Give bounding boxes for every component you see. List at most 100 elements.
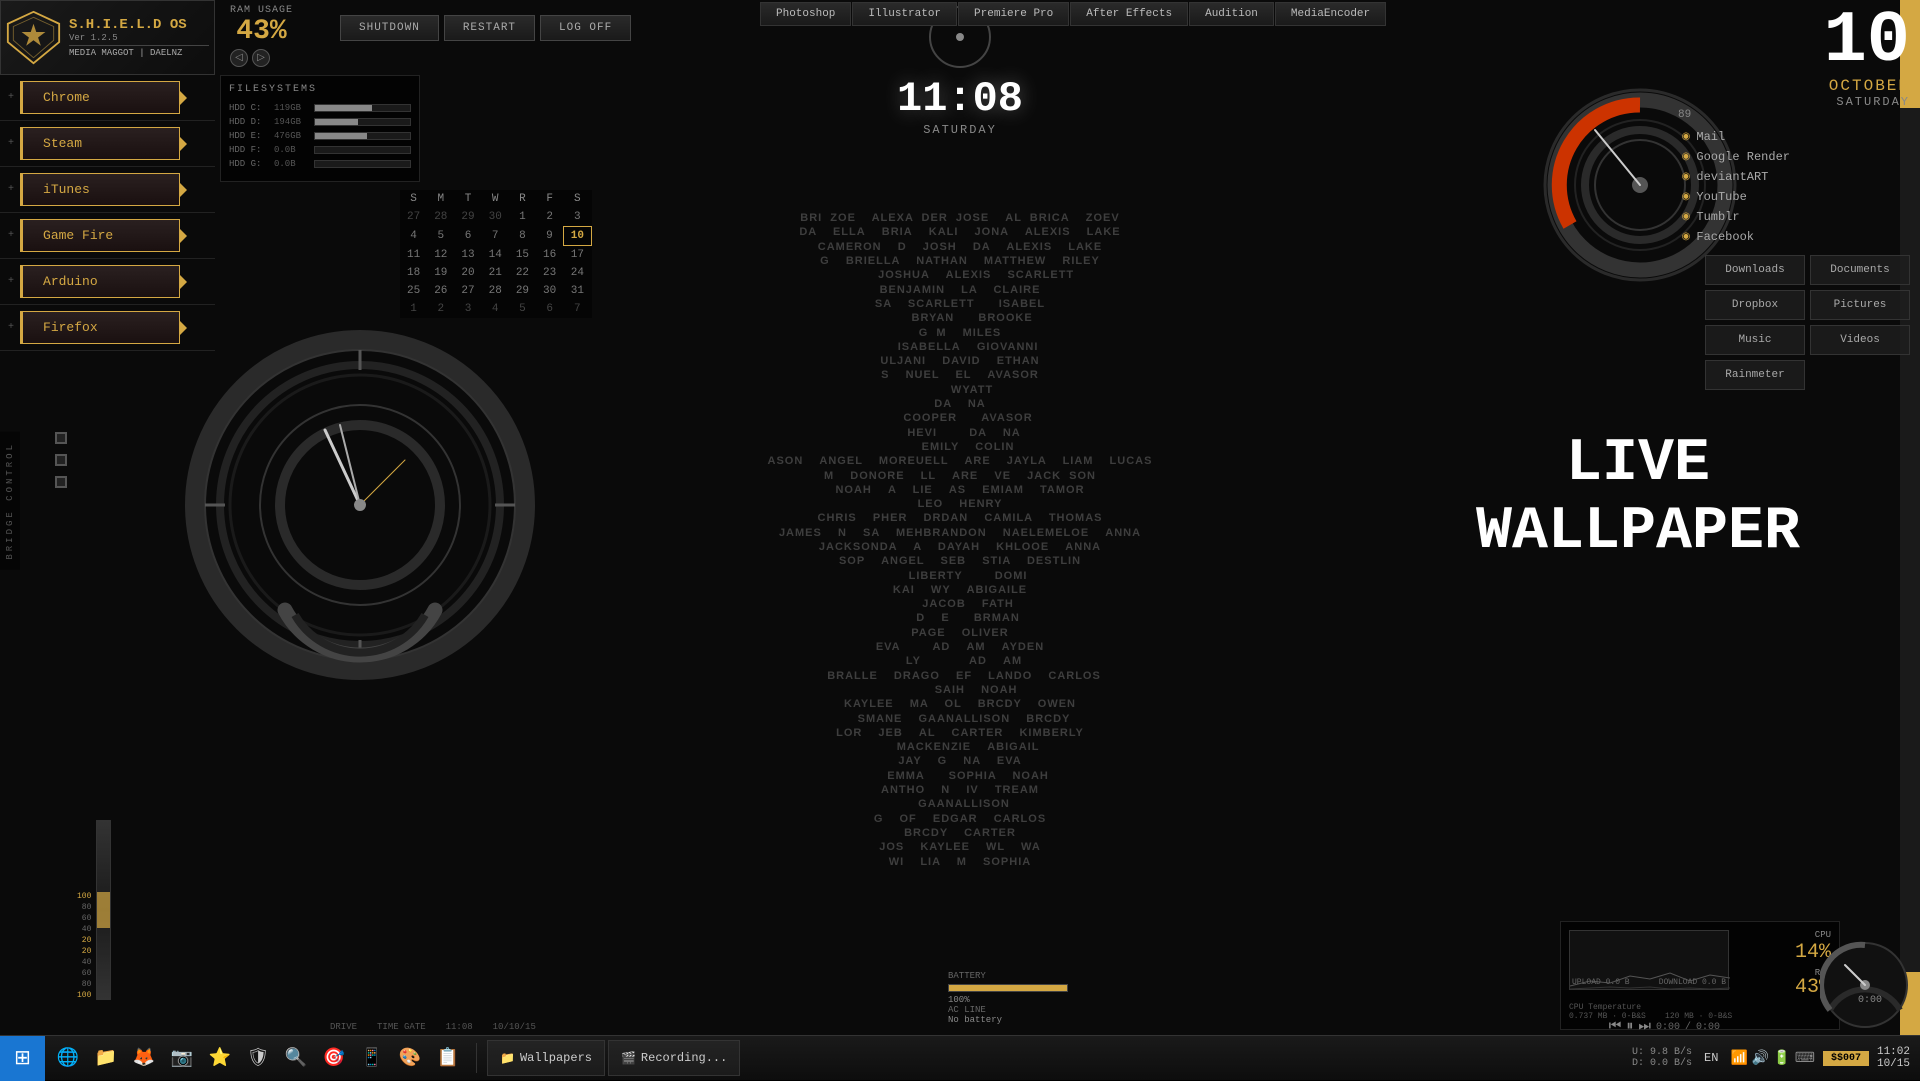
folder-rainmeter[interactable]: Rainmeter <box>1705 360 1805 390</box>
shortcut-audition[interactable]: Audition <box>1189 2 1274 26</box>
sidebar-item-itunes[interactable]: iTunes <box>0 167 215 213</box>
shutdown-button[interactable]: SHUTDOWN <box>340 15 439 41</box>
tray-icon-keyboard[interactable]: ⌨ <box>1795 1050 1815 1067</box>
tray-icon-battery[interactable]: 🔋 <box>1773 1050 1790 1067</box>
link-youtube[interactable]: YouTube <box>1682 190 1790 204</box>
cal-day-25[interactable]: 25 <box>400 282 427 300</box>
cal-day-15[interactable]: 15 <box>509 246 536 265</box>
cal-day-3b[interactable]: 3 <box>454 300 481 318</box>
cal-day-7b[interactable]: 7 <box>563 300 591 318</box>
folder-documents[interactable]: Documents <box>1810 255 1910 285</box>
taskbar-icon-star[interactable]: ⭐ <box>202 1040 238 1076</box>
shortcut-mediaencoder[interactable]: MediaEncoder <box>1275 2 1386 26</box>
cal-day-14[interactable]: 14 <box>482 246 509 265</box>
cal-day-30a[interactable]: 30 <box>482 208 509 227</box>
cal-day-27b[interactable]: 27 <box>454 282 481 300</box>
media-next-button[interactable]: ⏭ <box>1638 1019 1651 1035</box>
taskbar-icon-phone[interactable]: 📱 <box>354 1040 390 1076</box>
cal-day-2b[interactable]: 2 <box>427 300 454 318</box>
taskbar-icon-firefox[interactable]: 🦊 <box>126 1040 162 1076</box>
media-prev-button[interactable]: ⏮ <box>1609 1019 1622 1035</box>
cal-day-5b[interactable]: 5 <box>509 300 536 318</box>
cal-day-6[interactable]: 6 <box>454 227 481 246</box>
cal-day-23[interactable]: 23 <box>536 264 563 282</box>
chrome-button[interactable]: Chrome <box>20 81 180 114</box>
sidebar-item-gamefire[interactable]: Game Fire <box>0 213 215 259</box>
cal-day-26[interactable]: 26 <box>427 282 454 300</box>
link-googlerender[interactable]: Google Render <box>1682 150 1790 164</box>
cal-day-2[interactable]: 2 <box>536 208 563 227</box>
arduino-button[interactable]: Arduino <box>20 265 180 298</box>
cal-day-1a[interactable]: 1 <box>509 208 536 227</box>
cal-day-1b[interactable]: 1 <box>400 300 427 318</box>
cal-day-27a[interactable]: 27 <box>400 208 427 227</box>
tray-icon-network[interactable]: 📶 <box>1730 1050 1747 1067</box>
taskbar-icon-shield[interactable]: 🛡 <box>240 1040 276 1076</box>
ram-btn-left[interactable]: ◁ <box>230 49 248 67</box>
cal-day-29b[interactable]: 29 <box>509 282 536 300</box>
taskbar-app-recording[interactable]: 🎬 Recording... <box>608 1040 740 1076</box>
restart-button[interactable]: RESTART <box>444 15 535 41</box>
firefox-button[interactable]: Firefox <box>20 311 180 344</box>
taskbar-icon-paint[interactable]: 🎨 <box>392 1040 428 1076</box>
cal-day-5[interactable]: 5 <box>427 227 454 246</box>
cal-day-11[interactable]: 11 <box>400 246 427 265</box>
link-facebook[interactable]: Facebook <box>1682 230 1790 244</box>
taskbar-icon-search[interactable]: 🔍 <box>278 1040 314 1076</box>
sidebar-item-steam[interactable]: Steam <box>0 121 215 167</box>
cal-day-24[interactable]: 24 <box>563 264 591 282</box>
shortcut-photoshop[interactable]: Photoshop <box>760 2 851 26</box>
folder-dropbox[interactable]: Dropbox <box>1705 290 1805 320</box>
ram-btn-right[interactable]: ▷ <box>252 49 270 67</box>
sidebar-item-firefox[interactable]: Firefox <box>0 305 215 351</box>
cal-day-6b[interactable]: 6 <box>536 300 563 318</box>
cal-day-7[interactable]: 7 <box>482 227 509 246</box>
taskbar-icon-folder[interactable]: 📁 <box>88 1040 124 1076</box>
cal-day-30b[interactable]: 30 <box>536 282 563 300</box>
cal-day-4[interactable]: 4 <box>400 227 427 246</box>
itunes-button[interactable]: iTunes <box>20 173 180 206</box>
cal-day-28b[interactable]: 28 <box>482 282 509 300</box>
taskbar-icon-windows[interactable]: 🌐 <box>50 1040 86 1076</box>
network-stats: U: 9.8 B/s D: 0.0 B/s <box>1632 1047 1692 1069</box>
cal-day-17[interactable]: 17 <box>563 246 591 265</box>
cal-day-21[interactable]: 21 <box>482 264 509 282</box>
folder-music[interactable]: Music <box>1705 325 1805 355</box>
folder-pictures[interactable]: Pictures <box>1810 290 1910 320</box>
folder-videos[interactable]: Videos <box>1810 325 1910 355</box>
cal-day-18[interactable]: 18 <box>400 264 427 282</box>
steam-button[interactable]: Steam <box>20 127 180 160</box>
logoff-button[interactable]: LOG OFF <box>540 15 631 41</box>
cal-day-16[interactable]: 16 <box>536 246 563 265</box>
cal-day-13[interactable]: 13 <box>454 246 481 265</box>
cal-day-22[interactable]: 22 <box>509 264 536 282</box>
cal-day-9[interactable]: 9 <box>536 227 563 246</box>
cal-day-31[interactable]: 31 <box>563 282 591 300</box>
taskbar-icon-camera[interactable]: 📷 <box>164 1040 200 1076</box>
shortcut-premiere[interactable]: Premiere Pro <box>958 2 1069 26</box>
cal-day-3[interactable]: 3 <box>563 208 591 227</box>
taskbar-icon-target[interactable]: 🎯 <box>316 1040 352 1076</box>
start-button[interactable]: ⊞ <box>0 1036 45 1081</box>
cal-day-20[interactable]: 20 <box>454 264 481 282</box>
link-tumblr[interactable]: Tumblr <box>1682 210 1790 224</box>
taskbar-icon-clip[interactable]: 📋 <box>430 1040 466 1076</box>
cal-day-4b[interactable]: 4 <box>482 300 509 318</box>
sidebar-item-chrome[interactable]: Chrome <box>0 75 215 121</box>
sidebar-item-arduino[interactable]: Arduino <box>0 259 215 305</box>
gamefire-button[interactable]: Game Fire <box>20 219 180 252</box>
folder-downloads[interactable]: Downloads <box>1705 255 1805 285</box>
cal-day-28a[interactable]: 28 <box>427 208 454 227</box>
cal-day-19[interactable]: 19 <box>427 264 454 282</box>
media-play-button[interactable]: ⏸ <box>1626 1019 1633 1035</box>
taskbar-app-wallpapers[interactable]: 📁 Wallpapers <box>487 1040 605 1076</box>
cal-day-10-today[interactable]: 10 <box>563 227 591 246</box>
link-mail[interactable]: Mail <box>1682 130 1790 144</box>
cal-day-8[interactable]: 8 <box>509 227 536 246</box>
shortcut-aftereffects[interactable]: After Effects <box>1070 2 1188 26</box>
cal-day-29a[interactable]: 29 <box>454 208 481 227</box>
shortcut-illustrator[interactable]: Illustrator <box>852 2 957 26</box>
tray-icon-sound[interactable]: 🔊 <box>1752 1050 1769 1067</box>
link-deviantart[interactable]: deviantART <box>1682 170 1790 184</box>
cal-day-12[interactable]: 12 <box>427 246 454 265</box>
